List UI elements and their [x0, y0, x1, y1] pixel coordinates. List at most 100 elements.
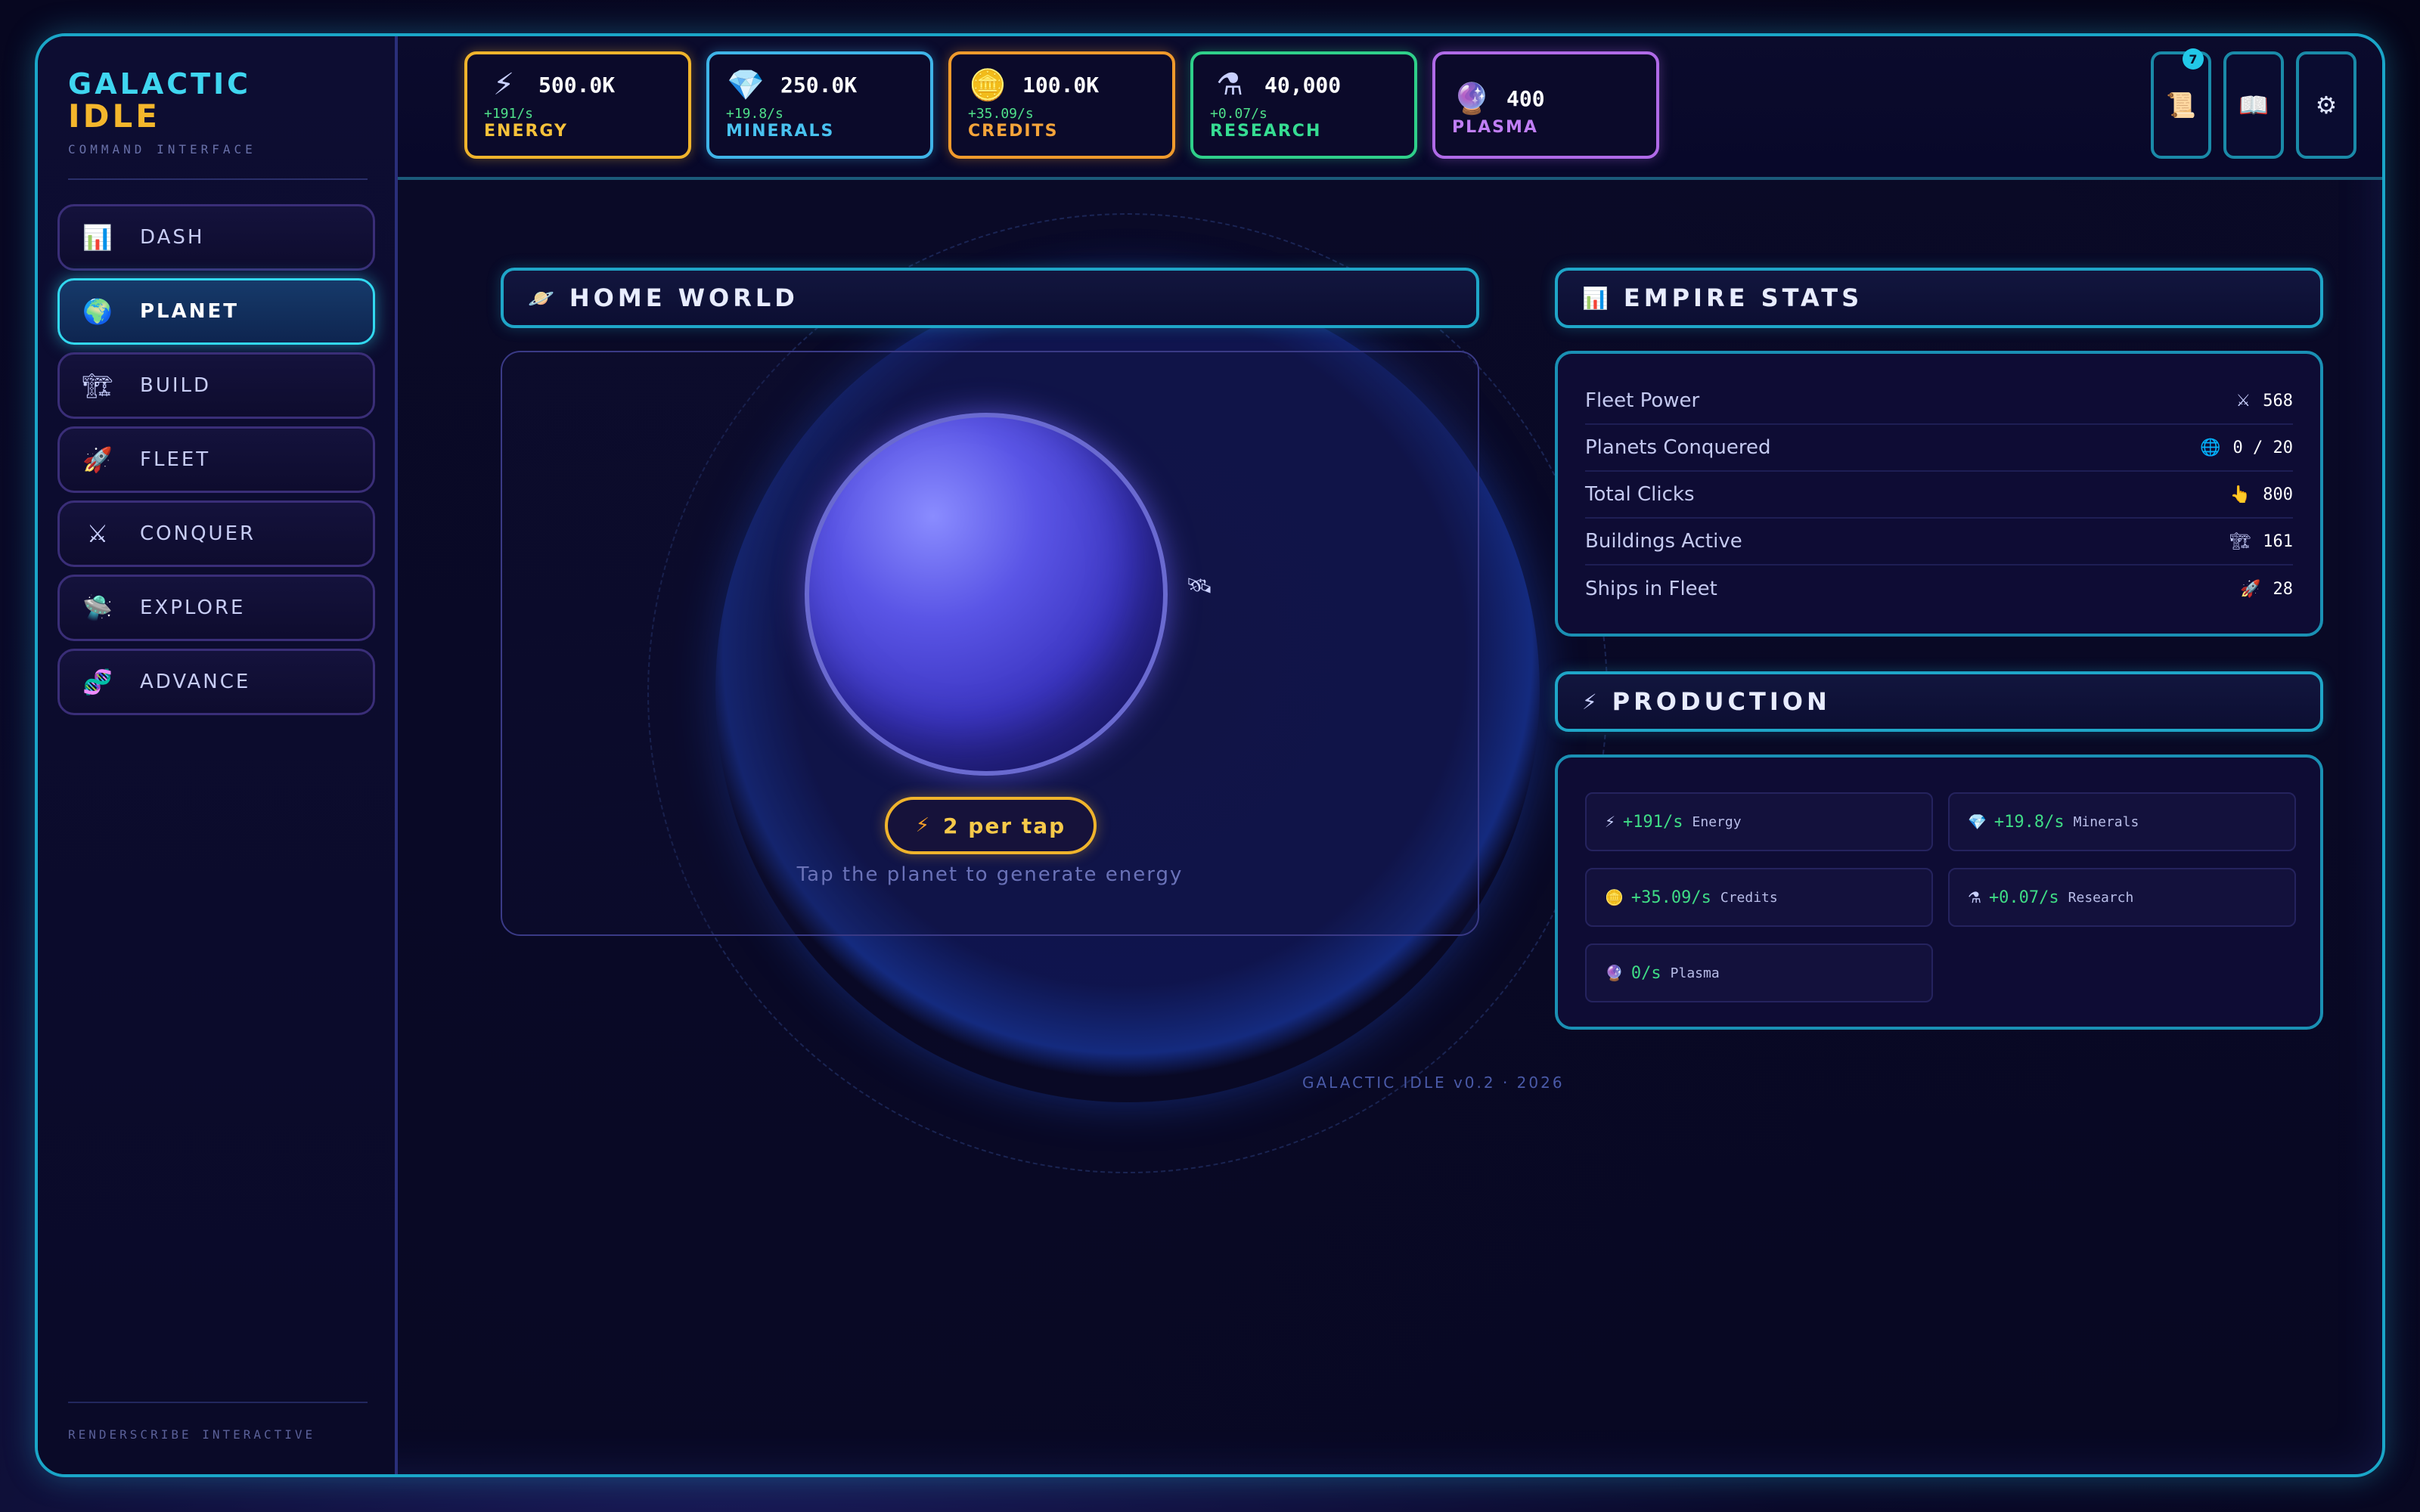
- bar-chart-icon: 📊: [82, 223, 113, 252]
- sidebar-divider: [68, 178, 368, 180]
- nav-item-label: PLANET: [140, 300, 240, 323]
- resource-value: 250.0K: [780, 72, 858, 98]
- resource-credits[interactable]: 🪙 100.0K +35.09/s CREDITS: [948, 51, 1175, 159]
- stat-value: 800: [2263, 485, 2293, 504]
- crystal-icon: 💎: [1968, 813, 1987, 831]
- resource-rate: +35.09/s: [968, 106, 1034, 122]
- stat-label: Total Clicks: [1585, 483, 1695, 506]
- resource-value: 500.0K: [538, 72, 616, 98]
- empire-stats-title: EMPIRE STATS: [1623, 284, 1863, 312]
- empire-stats-panel: Fleet Power ⚔ 568 Planets Conquered 🌐 0 / …: [1555, 351, 2323, 637]
- production-energy: ⚡ +191/s Energy: [1585, 792, 1933, 851]
- stat-row-buildings-active: Buildings Active 🏗 161: [1585, 519, 2293, 565]
- nav-item-label: EXPLORE: [140, 596, 246, 619]
- resource-rate: +191/s: [484, 106, 534, 122]
- satellite-icon: 🛰: [1186, 573, 1213, 598]
- production-header: ⚡ PRODUCTION: [1555, 671, 2323, 732]
- brand-logo: GALACTIC IDLE COMMAND INTERFACE: [68, 68, 256, 156]
- pointer-hand-icon: 👆: [2229, 485, 2251, 504]
- production-name: Plasma: [1670, 965, 1720, 981]
- nav-item-dash[interactable]: 📊 DASH: [57, 204, 375, 271]
- crossed-swords-icon: ⚔: [2235, 391, 2251, 411]
- main-nav: 📊 DASH 🌍 PLANET 🏗 BUILD 🚀 FLEET ⚔ CONQUE…: [57, 204, 375, 723]
- nav-item-planet[interactable]: 🌍 PLANET: [57, 278, 375, 345]
- resource-value: 40,000: [1264, 72, 1342, 98]
- stat-label: Planets Conquered: [1585, 436, 1771, 459]
- resource-value: 100.0K: [1022, 72, 1100, 98]
- bar-chart-icon: 📊: [1582, 285, 1609, 311]
- brand-subtitle: COMMAND INTERFACE: [68, 142, 256, 156]
- production-rate: 0/s: [1630, 963, 1661, 983]
- flask-icon: ⚗: [1968, 888, 1981, 906]
- resource-value: 400: [1506, 85, 1545, 111]
- home-world-header: 🪐 HOME WORLD: [501, 268, 1479, 328]
- scroll-icon: 📜: [2166, 91, 2196, 119]
- tap-planet[interactable]: [805, 413, 1168, 776]
- nav-item-label: FLEET: [140, 448, 211, 471]
- lightning-icon: ⚡: [492, 67, 515, 102]
- production-rate: +0.07/s: [1988, 888, 2059, 907]
- resource-bar: ⚡ 500.0K +191/s ENERGY 💎 250.0K +19.8/s …: [398, 36, 2382, 180]
- resource-name: MINERALS: [726, 122, 835, 141]
- home-world-panel: 🛰 ⚡ 2 per tap Tap the planet to generate…: [501, 351, 1479, 936]
- globe-icon: 🌐: [2200, 438, 2221, 457]
- production-rate: +19.8/s: [1993, 812, 2065, 832]
- resource-minerals[interactable]: 💎 250.0K +19.8/s MINERALS: [706, 51, 933, 159]
- tap-rate-button[interactable]: ⚡ 2 per tap: [885, 797, 1097, 854]
- resource-plasma[interactable]: 🔮 400 PLASMA: [1432, 51, 1659, 159]
- home-world-title: HOME WORLD: [569, 284, 799, 312]
- main-content: 🪐 HOME WORLD 🛰 ⚡ 2 per tap Tap the plane…: [398, 183, 2382, 1474]
- nav-item-advance[interactable]: 🧬 ADVANCE: [57, 649, 375, 715]
- stat-label: Fleet Power: [1585, 389, 1700, 412]
- coin-icon: 🪙: [1605, 888, 1624, 906]
- resource-name: CREDITS: [968, 122, 1059, 141]
- lightning-icon: ⚡: [1605, 813, 1616, 831]
- resource-name: ENERGY: [484, 122, 568, 141]
- globe-icon: 🌍: [82, 297, 113, 326]
- production-plasma: 🔮 0/s Plasma: [1585, 943, 1933, 1002]
- crane-icon: 🏗: [2229, 531, 2251, 551]
- stat-row-planets-conquered: Planets Conquered 🌐 0 / 20: [1585, 425, 2293, 472]
- ringed-planet-icon: 🪐: [528, 285, 554, 311]
- resource-name: RESEARCH: [1210, 122, 1322, 141]
- plasma-orb-icon: 🔮: [1605, 964, 1624, 982]
- plasma-orb-icon: 🔮: [1453, 81, 1491, 116]
- production-rate: +35.09/s: [1630, 888, 1711, 907]
- stat-label: Ships in Fleet: [1585, 578, 1717, 600]
- empire-stats-header: 📊 EMPIRE STATS: [1555, 268, 2323, 328]
- nav-item-build[interactable]: 🏗 BUILD: [57, 352, 375, 419]
- production-research: ⚗ +0.07/s Research: [1948, 868, 2296, 927]
- nav-item-conquer[interactable]: ⚔ CONQUER: [57, 500, 375, 567]
- log-button[interactable]: 📜 7: [2151, 48, 2211, 159]
- resource-rate: +0.07/s: [1210, 106, 1267, 122]
- crystal-icon: 💎: [727, 67, 765, 103]
- resource-rate: +19.8/s: [726, 106, 783, 122]
- resource-research[interactable]: ⚗ 40,000 +0.07/s RESEARCH: [1190, 51, 1417, 159]
- brand-title-line2: IDLE: [68, 98, 160, 135]
- gear-icon: ⚙: [2315, 91, 2338, 119]
- resource-name: PLASMA: [1452, 118, 1538, 137]
- nav-item-explore[interactable]: 🛸 EXPLORE: [57, 575, 375, 641]
- brand-title-line1: GALACTIC: [68, 67, 252, 101]
- flask-icon: ⚗: [1216, 67, 1243, 102]
- settings-button[interactable]: ⚙: [2296, 51, 2356, 159]
- production-rate: +191/s: [1623, 812, 1683, 832]
- stat-value: 0 / 20: [2232, 438, 2293, 457]
- stat-row-total-clicks: Total Clicks 👆 800: [1585, 472, 2293, 519]
- production-title: PRODUCTION: [1612, 687, 1831, 716]
- lightning-icon: ⚡: [1582, 689, 1597, 714]
- production-minerals: 💎 +19.8/s Minerals: [1948, 792, 2296, 851]
- rocket-icon: 🚀: [2240, 579, 2261, 599]
- sidebar: GALACTIC IDLE COMMAND INTERFACE 📊 DASH 🌍…: [38, 36, 398, 1474]
- resource-energy[interactable]: ⚡ 500.0K +191/s ENERGY: [464, 51, 691, 159]
- app-frame: GALACTIC IDLE COMMAND INTERFACE 📊 DASH 🌍…: [35, 33, 2385, 1477]
- stat-value: 568: [2263, 391, 2293, 411]
- production-name: Credits: [1720, 889, 1778, 906]
- production-credits: 🪙 +35.09/s Credits: [1585, 868, 1933, 927]
- version-label: GALACTIC IDLE v0.2 · 2026: [1302, 1074, 1565, 1092]
- nav-item-fleet[interactable]: 🚀 FLEET: [57, 426, 375, 493]
- crane-icon: 🏗: [82, 371, 113, 400]
- codex-button[interactable]: 📖: [2223, 51, 2284, 159]
- production-panel: ⚡ +191/s Energy 💎 +19.8/s Minerals 🪙 +35…: [1555, 754, 2323, 1030]
- nav-item-label: DASH: [140, 226, 205, 249]
